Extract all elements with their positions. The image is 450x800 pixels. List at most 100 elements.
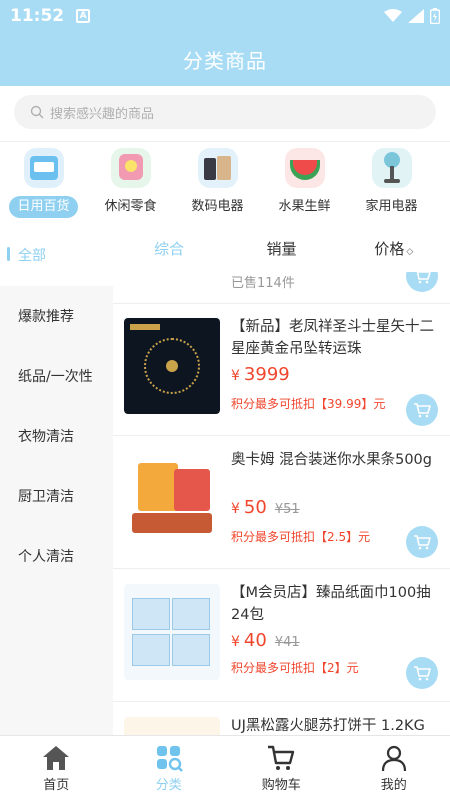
- tab-home[interactable]: 首页: [0, 736, 113, 800]
- tab-category[interactable]: 分类: [113, 736, 226, 800]
- signal-icon: [408, 9, 424, 23]
- tab-label: 购物车: [261, 778, 301, 793]
- product-card[interactable]: 奥卡姆 混合装迷你水果条500g ¥50 ¥51 积分最多可抵扣【2.5】元: [113, 437, 450, 569]
- category-label: 日用百货: [9, 196, 78, 218]
- add-to-cart-button[interactable]: [406, 394, 438, 426]
- sidebar: 全部 爆款推荐 纸品/一次性 衣物清洁 厨卫清洁 个人清洁: [0, 224, 113, 735]
- user-icon: [381, 745, 406, 772]
- sidebar-item-label: 全部: [18, 248, 46, 264]
- sidebar-item-all[interactable]: 全部: [0, 224, 113, 286]
- price-value: 50: [243, 497, 267, 518]
- sort-tab-price[interactable]: 价格 ◇: [338, 238, 450, 259]
- category-snacks[interactable]: 休闲零食: [87, 142, 174, 224]
- fruit-icon: [284, 148, 325, 188]
- status-time: 11:52: [10, 6, 65, 26]
- search-placeholder: 搜索感兴趣的商品: [50, 106, 155, 122]
- notification-icon: A: [76, 9, 91, 23]
- appliance-icon: [371, 148, 412, 188]
- app-screen: 11:52 A 分类商品 搜索感兴趣的商品 日用百货 休闲零食 数码电器 水果生…: [0, 0, 450, 800]
- cart-icon: [268, 745, 295, 770]
- product-card[interactable]: 已售114件: [113, 272, 450, 304]
- tab-label: 首页: [43, 778, 70, 793]
- battery-icon: [430, 8, 440, 24]
- cart-icon: [414, 535, 431, 550]
- product-points: 积分最多可抵扣【2】元: [231, 661, 359, 675]
- tab-cart[interactable]: 购物车: [225, 736, 338, 800]
- digital-icon: [197, 148, 238, 188]
- original-price: ¥41: [274, 635, 300, 650]
- sidebar-item-label: 衣物清洁: [18, 429, 74, 445]
- wifi-icon: [384, 9, 402, 22]
- sort-arrows-icon: ◇: [406, 246, 414, 257]
- tab-profile[interactable]: 我的: [338, 736, 450, 800]
- sidebar-item-paper[interactable]: 纸品/一次性: [0, 346, 113, 406]
- home-icon: [43, 746, 70, 770]
- add-to-cart-button[interactable]: [406, 526, 438, 558]
- product-points: 积分最多可抵扣【39.99】元: [231, 397, 386, 411]
- category-fruit[interactable]: 水果生鲜: [261, 142, 348, 224]
- bottom-nav: 首页 分类 购物车 我的: [0, 735, 450, 800]
- sort-label: 综合: [154, 239, 185, 258]
- product-sold: 已售114件: [231, 276, 295, 291]
- search-bar: 搜索感兴趣的商品: [0, 86, 450, 142]
- category-label: 数码电器: [191, 199, 244, 214]
- currency-symbol: ¥: [231, 368, 240, 384]
- sidebar-item-personal[interactable]: 个人清洁: [0, 526, 113, 586]
- daily-goods-icon: [23, 148, 64, 188]
- page-title: 分类商品: [183, 48, 267, 73]
- product-price: ¥40 ¥41: [231, 630, 300, 651]
- product-image-fruit-bars: [124, 451, 220, 547]
- category-icon: [156, 746, 183, 772]
- currency-symbol: ¥: [231, 501, 240, 517]
- category-appliance[interactable]: 家用电器: [348, 142, 435, 224]
- product-card[interactable]: 【M会员店】臻品纸面巾100抽24包 ¥40 ¥41 积分最多可抵扣【2】元: [113, 570, 450, 702]
- product-price: ¥3999: [231, 364, 290, 385]
- product-name: UJ黑松露火腿苏打饼干 1.2KG: [231, 718, 425, 734]
- product-points: 积分最多可抵扣【2.5】元: [231, 530, 371, 544]
- original-price: ¥51: [274, 502, 300, 517]
- product-card[interactable]: 【新品】老凤祥圣斗士星矢十二星座黄金吊坠转运珠 ¥3999 积分最多可抵扣【39…: [113, 304, 450, 436]
- sidebar-item-label: 纸品/一次性: [18, 369, 93, 385]
- tab-label: 分类: [155, 778, 182, 793]
- cart-icon: [416, 272, 431, 284]
- snack-icon: [110, 148, 151, 188]
- sort-label: 价格: [374, 239, 405, 258]
- category-digital[interactable]: 数码电器: [174, 142, 261, 224]
- cart-icon: [414, 403, 431, 418]
- sort-tab-general[interactable]: 综合: [113, 238, 225, 259]
- category-strip: 日用百货 休闲零食 数码电器 水果生鲜 家用电器: [0, 142, 450, 224]
- sort-label: 销量: [266, 239, 297, 258]
- category-label: 家用电器: [365, 199, 418, 214]
- category-label: 休闲零食: [104, 199, 157, 214]
- search-icon: [30, 105, 44, 119]
- product-name: 【M会员店】臻品纸面巾100抽24包: [231, 585, 431, 623]
- category-daily-goods[interactable]: 日用百货: [0, 142, 87, 224]
- sidebar-item-label: 爆款推荐: [18, 309, 74, 325]
- currency-symbol: ¥: [231, 634, 240, 650]
- category-label: 水果生鲜: [278, 199, 331, 214]
- product-name: 【新品】老凤祥圣斗士星矢十二星座黄金吊坠转运珠: [231, 319, 434, 357]
- product-image-crackers: [124, 717, 220, 735]
- sort-tabs: 综合 销量 价格 ◇: [113, 224, 450, 272]
- product-card[interactable]: UJ黑松露火腿苏打饼干 1.2KG: [113, 703, 450, 735]
- product-list: 已售114件 【新品】老凤祥圣斗士星矢十二星座黄金吊坠转运珠 ¥3999 积分最…: [113, 272, 450, 735]
- sidebar-item-laundry[interactable]: 衣物清洁: [0, 406, 113, 466]
- product-name: 奥卡姆 混合装迷你水果条500g: [231, 452, 432, 468]
- status-bar: 11:52 A: [0, 0, 450, 32]
- product-image-zodiac-pendant: [124, 318, 220, 414]
- add-to-cart-button[interactable]: [406, 272, 438, 292]
- tab-label: 我的: [380, 778, 407, 793]
- price-value: 3999: [243, 364, 290, 385]
- sidebar-item-hot[interactable]: 爆款推荐: [0, 286, 113, 346]
- product-image-tissue: [124, 584, 220, 680]
- sort-tab-sales[interactable]: 销量: [225, 238, 337, 259]
- sidebar-item-kitchen-bath[interactable]: 厨卫清洁: [0, 466, 113, 526]
- sidebar-item-label: 个人清洁: [18, 549, 74, 565]
- search-input[interactable]: 搜索感兴趣的商品: [14, 95, 436, 129]
- sidebar-item-label: 厨卫清洁: [18, 489, 74, 505]
- cart-icon: [414, 666, 431, 681]
- product-price: ¥50 ¥51: [231, 497, 300, 518]
- add-to-cart-button[interactable]: [406, 657, 438, 689]
- price-value: 40: [243, 630, 267, 651]
- page-header: 分类商品: [0, 32, 450, 86]
